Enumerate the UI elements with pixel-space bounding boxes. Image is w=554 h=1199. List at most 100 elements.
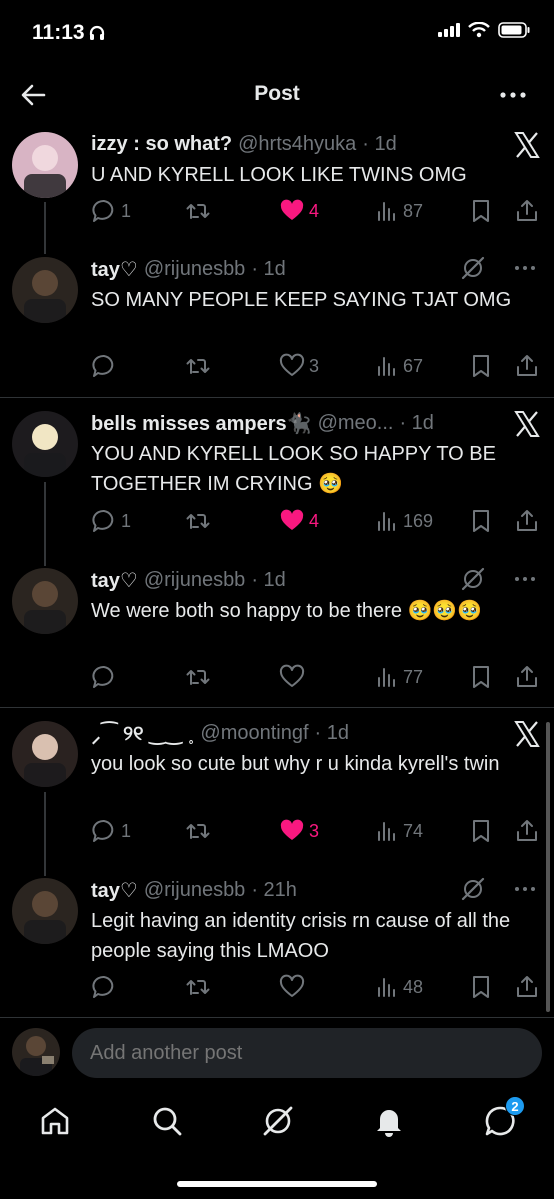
messages-badge: 2 <box>505 1096 525 1116</box>
views-icon <box>378 978 395 997</box>
heart-icon <box>280 819 304 840</box>
username[interactable]: @rijunesbb <box>144 879 245 902</box>
scrollbar[interactable] <box>546 722 550 1012</box>
bookmark-button[interactable] <box>469 816 493 846</box>
bookmark-icon <box>473 510 489 532</box>
post-header-line: tay♡ @rijunesbb · 21h <box>91 876 504 904</box>
search-icon[interactable] <box>150 1104 184 1138</box>
notifications-icon[interactable] <box>372 1104 406 1138</box>
repost-button[interactable] <box>185 662 211 692</box>
repost-icon <box>186 670 210 685</box>
reply-button[interactable] <box>91 662 121 692</box>
bookmark-button[interactable] <box>469 351 493 381</box>
reply-button[interactable]: 1 <box>91 506 131 536</box>
grok-button[interactable] <box>460 876 488 904</box>
username[interactable]: @moontingf <box>200 722 308 745</box>
avatar[interactable] <box>12 411 78 477</box>
display-name[interactable]: izzy : so what? <box>91 133 232 156</box>
avatar[interactable] <box>12 878 78 944</box>
repost-button[interactable] <box>185 351 211 381</box>
like-button[interactable] <box>279 662 309 692</box>
page-title: Post <box>254 82 300 105</box>
grok-icon <box>461 256 485 280</box>
reply-button[interactable] <box>91 972 121 1002</box>
share-button[interactable] <box>515 816 539 846</box>
post[interactable]: tay♡ @rijunesbb · 1d We were both so happy … <box>0 566 554 666</box>
avatar[interactable] <box>12 721 78 787</box>
views-button[interactable]: 169 <box>375 506 433 536</box>
views-button[interactable]: 77 <box>375 662 423 692</box>
username[interactable]: @hrts4hyuka <box>238 133 356 156</box>
views-icon <box>378 822 395 841</box>
views-button[interactable]: 87 <box>375 196 423 226</box>
display-name[interactable]: ⸝⁀ ୨୧ ‿‿ ˳ <box>91 721 194 746</box>
post-more-button[interactable] <box>512 876 542 906</box>
share-button[interactable] <box>515 351 539 381</box>
bookmark-button[interactable] <box>469 196 493 226</box>
grok-icon[interactable] <box>261 1104 295 1138</box>
post-more-button[interactable] <box>512 566 542 596</box>
status-bar: 11:13 <box>0 0 554 66</box>
display-name[interactable]: tay♡ <box>91 257 138 282</box>
like-count: 3 <box>309 820 320 841</box>
reply-button[interactable] <box>91 351 121 381</box>
views-icon <box>378 357 395 376</box>
more-icon[interactable] <box>498 80 528 110</box>
timestamp: · 1d <box>314 721 350 744</box>
home-icon[interactable] <box>38 1104 72 1138</box>
like-button[interactable]: 3 <box>279 816 319 846</box>
grok-icon <box>461 567 485 591</box>
share-button[interactable] <box>515 972 539 1002</box>
avatar[interactable] <box>12 568 78 634</box>
messages-tab[interactable]: 2 <box>483 1096 525 1138</box>
bookmark-icon <box>473 200 489 222</box>
divider <box>0 1017 554 1018</box>
username[interactable]: @rijunesbb <box>144 569 245 592</box>
display-name[interactable]: bells misses ampers🐈‍⬛ <box>91 411 312 436</box>
like-button[interactable]: 4 <box>279 506 319 536</box>
username[interactable]: @meo... <box>318 412 394 435</box>
repost-button[interactable] <box>185 506 211 536</box>
avatar[interactable] <box>12 257 78 323</box>
bookmark-button[interactable] <box>469 972 493 1002</box>
post-header-line: tay♡ @rijunesbb · 1d <box>91 255 504 283</box>
views-button[interactable]: 67 <box>375 351 423 381</box>
like-button[interactable] <box>279 972 309 1002</box>
repost-button[interactable] <box>185 816 211 846</box>
bookmark-icon <box>473 355 489 377</box>
repost-button[interactable] <box>185 196 211 226</box>
bookmark-button[interactable] <box>469 662 493 692</box>
avatar[interactable] <box>12 132 78 198</box>
view-count: 67 <box>403 355 424 376</box>
share-button[interactable] <box>515 662 539 692</box>
share-button[interactable] <box>515 196 539 226</box>
reply-input[interactable] <box>72 1028 542 1078</box>
share-button[interactable] <box>515 506 539 536</box>
post-header: Post <box>0 66 554 122</box>
repost-icon <box>186 359 210 374</box>
views-button[interactable]: 74 <box>375 816 423 846</box>
display-name[interactable]: tay♡ <box>91 568 138 593</box>
views-button[interactable]: 48 <box>375 972 423 1002</box>
post[interactable]: tay♡ @rijunesbb · 1d SO MANY PEOPLE KEEP SA… <box>0 255 554 355</box>
like-button[interactable]: 3 <box>279 351 319 381</box>
post-actions: 1 3 74 <box>91 816 542 846</box>
grok-button[interactable] <box>460 255 488 283</box>
grok-button[interactable] <box>460 566 488 594</box>
post-more-button[interactable] <box>512 255 542 285</box>
post[interactable]: bells misses ampers🐈‍⬛ @meo... · 1d YOU AND… <box>0 409 554 509</box>
repost-button[interactable] <box>185 972 211 1002</box>
post[interactable]: tay♡ @rijunesbb · 21h Legit having an ident… <box>0 876 554 976</box>
reply-button[interactable]: 1 <box>91 196 131 226</box>
username[interactable]: @rijunesbb <box>144 258 245 281</box>
like-count: 3 <box>309 355 320 376</box>
view-count: 87 <box>403 200 424 221</box>
like-button[interactable]: 4 <box>279 196 319 226</box>
post[interactable]: ⸝⁀ ୨୧ ‿‿ ˳ @moontingf · 1d you look so cute… <box>0 719 554 819</box>
timestamp: · 1d <box>399 411 434 434</box>
reply-button[interactable]: 1 <box>91 816 131 846</box>
display-name[interactable]: tay♡ <box>91 878 138 903</box>
more-icon <box>515 266 535 270</box>
bookmark-button[interactable] <box>469 506 493 536</box>
reply-count: 1 <box>121 510 132 531</box>
